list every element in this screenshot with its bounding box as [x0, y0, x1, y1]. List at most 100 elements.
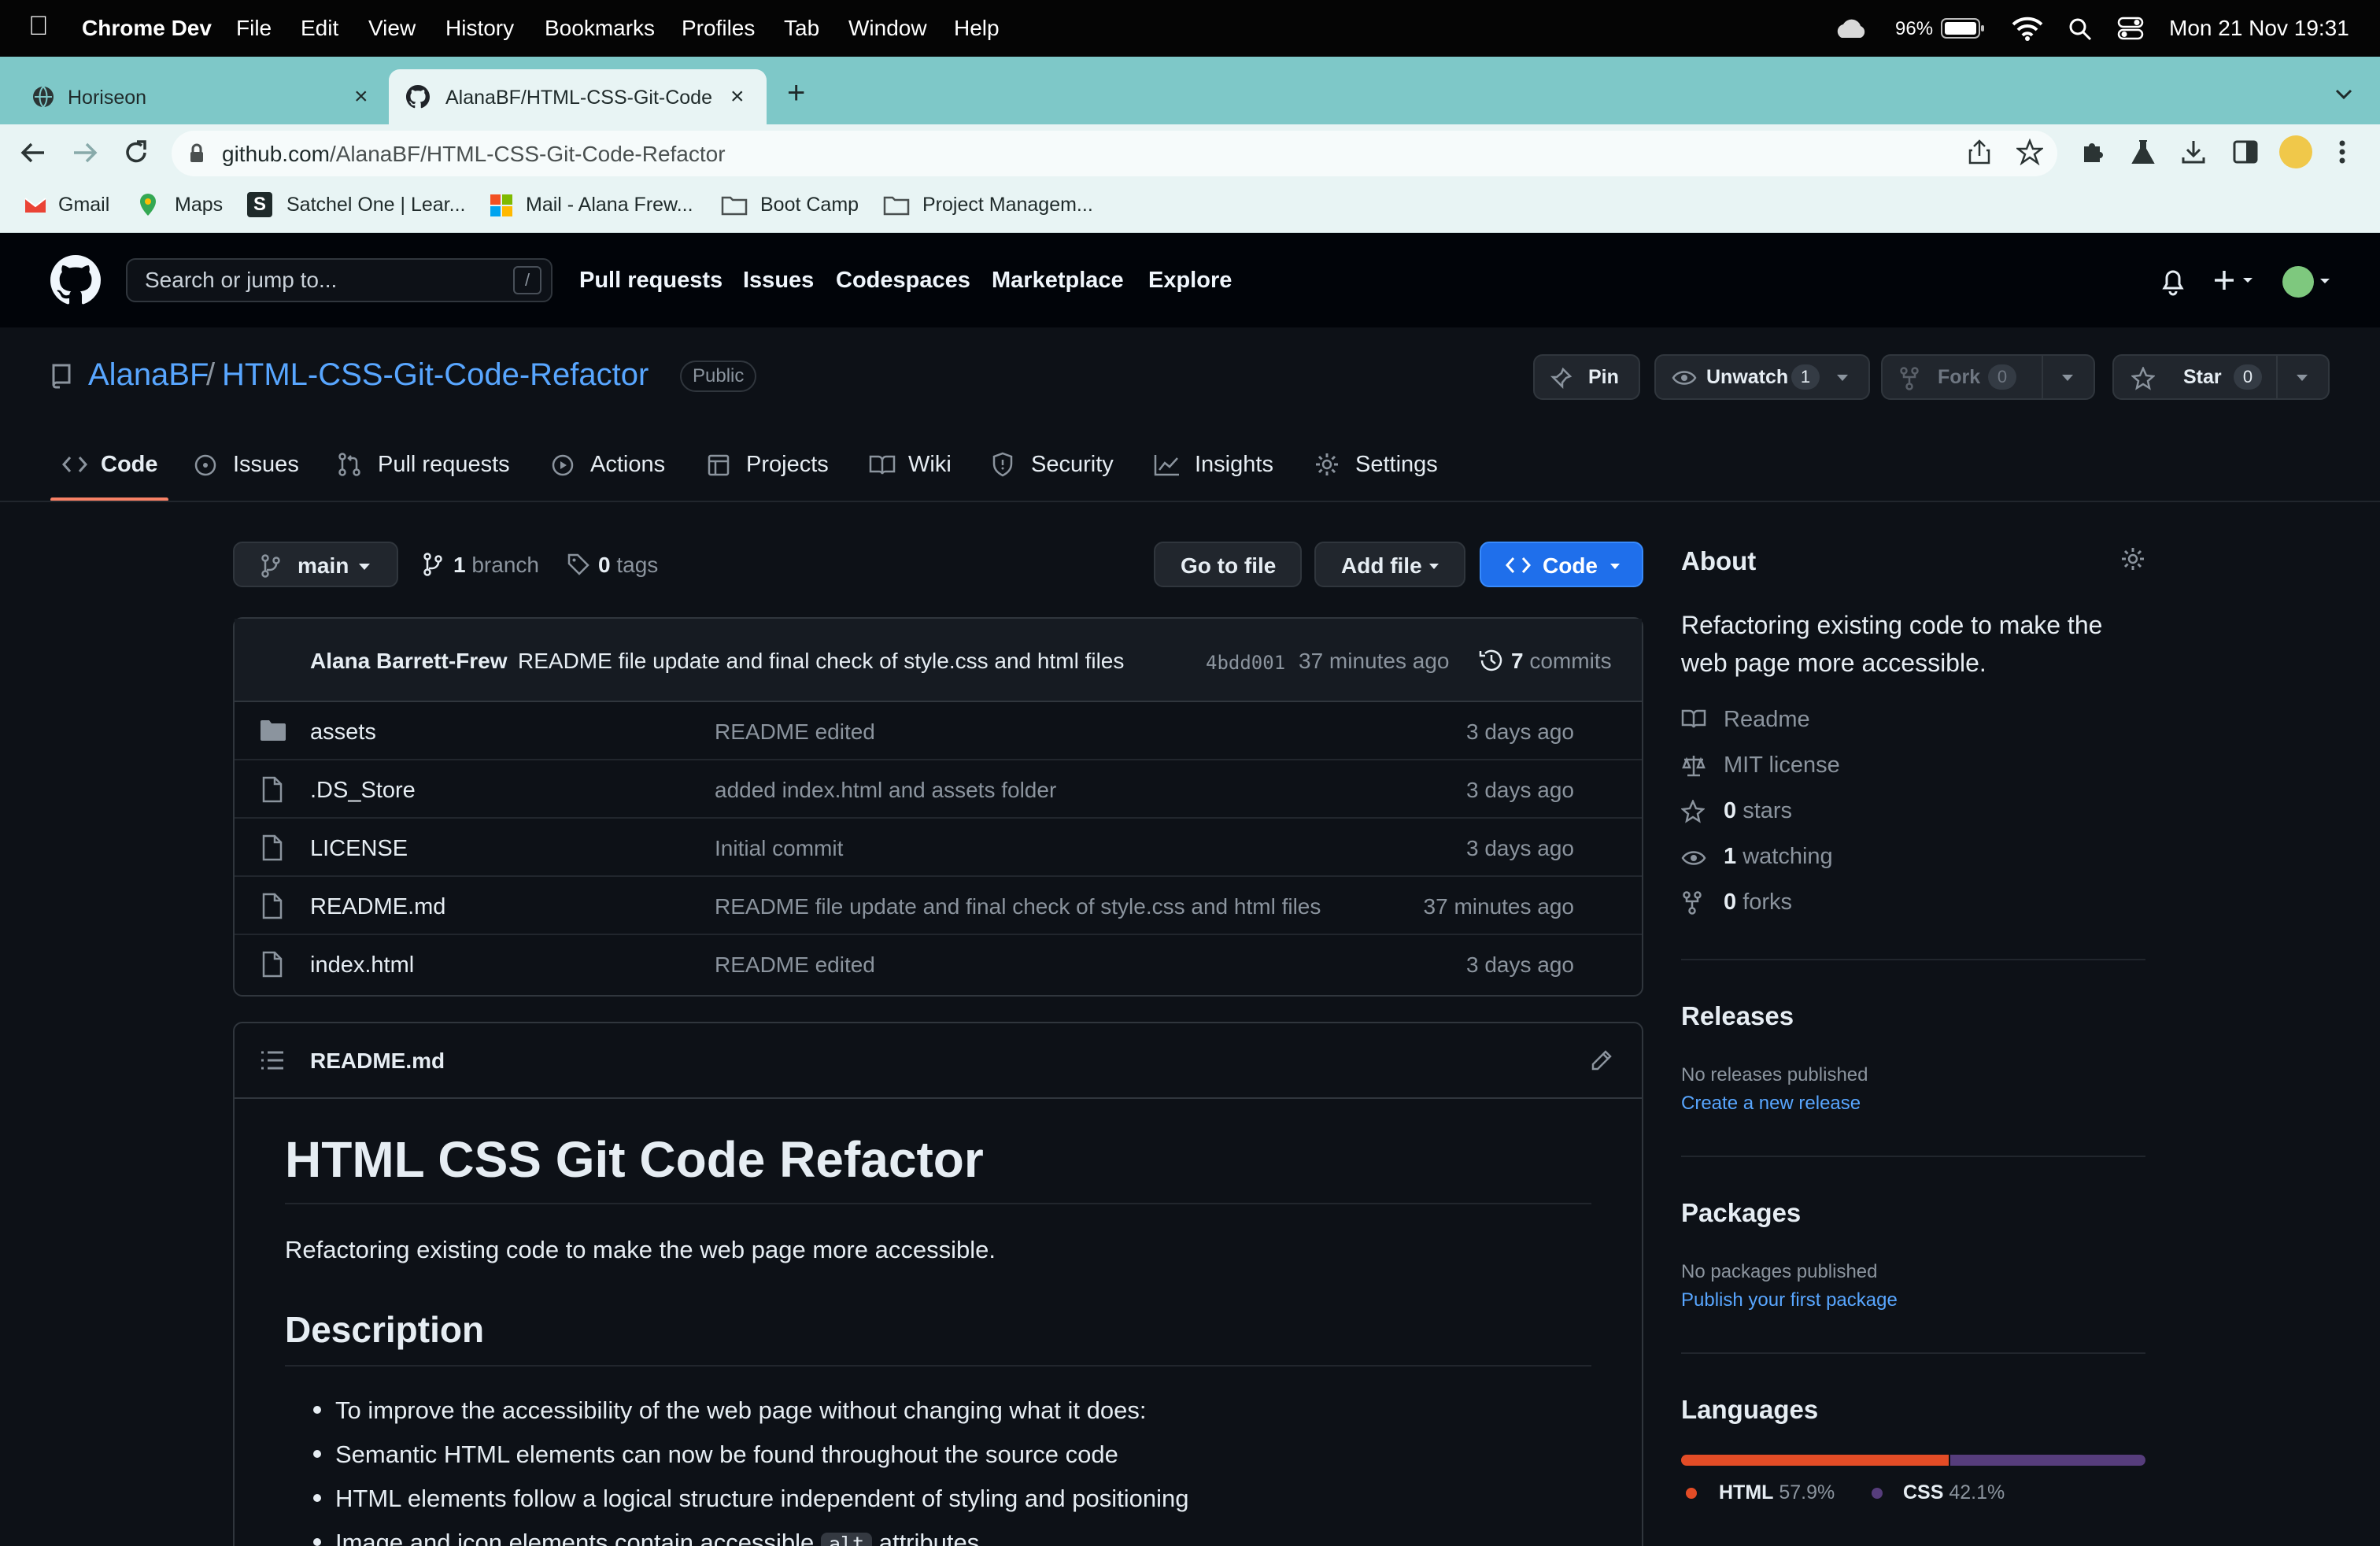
go-to-file-button[interactable]: Go to file	[1154, 542, 1302, 587]
gh-nav-marketplace[interactable]: Marketplace	[992, 268, 1124, 294]
create-new-icon[interactable]	[2212, 266, 2259, 294]
publish-package-link[interactable]: Publish your first package	[1681, 1289, 1898, 1311]
bookmark-boot-camp[interactable]: Boot Camp	[760, 194, 859, 216]
file-commit-message[interactable]: README edited	[715, 719, 875, 745]
github-logo-icon[interactable]	[50, 255, 101, 305]
file-commit-message[interactable]: README file update and final check of st…	[715, 894, 1321, 919]
watching-link[interactable]: 1 watching	[1724, 844, 1833, 870]
file-commit-message[interactable]: added index.html and assets folder	[715, 778, 1056, 803]
gh-nav-codespaces[interactable]: Codespaces	[836, 268, 970, 294]
menu-history[interactable]: History	[445, 16, 514, 41]
code-dropdown-button[interactable]: Code	[1480, 542, 1643, 587]
notification-bell-icon[interactable]	[2160, 266, 2186, 296]
tab-issues[interactable]: Issues	[233, 452, 299, 478]
file-commit-message[interactable]: README edited	[715, 952, 875, 978]
menu-tab[interactable]: Tab	[784, 16, 819, 41]
language-css[interactable]: CSS 42.1%	[1903, 1481, 2005, 1504]
forward-icon[interactable]	[71, 140, 99, 165]
file-name-link[interactable]: LICENSE	[310, 836, 408, 862]
close-tab-icon[interactable]: ×	[354, 83, 368, 110]
star-button[interactable]: Star 0	[2112, 354, 2330, 400]
commit-message[interactable]: README file update and final check of st…	[518, 649, 1124, 674]
repo-name-link[interactable]: HTML-CSS-Git-Code-Refactor	[222, 357, 649, 393]
commit-author[interactable]: Alana Barrett-Frew	[310, 649, 508, 674]
file-name-link[interactable]: .DS_Store	[310, 778, 416, 804]
menubar-clock[interactable]: Mon 21 Nov 19:31	[2169, 16, 2349, 41]
wifi-icon[interactable]	[2012, 16, 2043, 41]
new-tab-icon[interactable]: +	[787, 76, 805, 111]
avatar-chevron-down-icon[interactable]	[2319, 276, 2331, 287]
releases-heading[interactable]: Releases	[1681, 1001, 1794, 1031]
readme-link[interactable]: Readme	[1724, 707, 1810, 733]
menu-bookmarks[interactable]: Bookmarks	[545, 16, 655, 41]
bookmark-project-management[interactable]: Project Managem...	[922, 194, 1093, 216]
tab-insights[interactable]: Insights	[1195, 452, 1273, 478]
forks-link[interactable]: 0 forks	[1724, 890, 1792, 915]
tab-actions[interactable]: Actions	[590, 452, 665, 478]
download-icon[interactable]	[2180, 139, 2207, 165]
menu-edit[interactable]: Edit	[301, 16, 338, 41]
file-name-link[interactable]: index.html	[310, 952, 414, 978]
profile-avatar[interactable]	[2279, 135, 2312, 168]
cloud-icon[interactable]	[1834, 17, 1868, 39]
tab-wiki[interactable]: Wiki	[908, 452, 952, 478]
tab-projects[interactable]: Projects	[746, 452, 829, 478]
tab-security[interactable]: Security	[1031, 452, 1114, 478]
back-icon[interactable]	[19, 140, 47, 165]
file-name-link[interactable]: assets	[310, 719, 376, 745]
add-file-button[interactable]: Add file	[1314, 542, 1465, 587]
menu-help[interactable]: Help	[954, 16, 1000, 41]
create-release-link[interactable]: Create a new release	[1681, 1093, 1861, 1115]
menu-profiles[interactable]: Profiles	[682, 16, 755, 41]
settings-gear-icon[interactable]	[2120, 546, 2145, 571]
tab-pull-requests[interactable]: Pull requests	[378, 452, 510, 478]
apple-icon[interactable]: 	[28, 11, 49, 42]
reload-icon[interactable]	[123, 139, 150, 167]
commits-link[interactable]: 7 commits	[1511, 649, 1612, 674]
license-link[interactable]: MIT license	[1724, 753, 1840, 779]
pin-button[interactable]: Pin	[1533, 354, 1640, 400]
menubar-app-name[interactable]: Chrome Dev	[82, 16, 212, 41]
commit-sha[interactable]: 4bdd001	[1206, 652, 1285, 674]
menu-view[interactable]: View	[368, 16, 416, 41]
file-commit-message[interactable]: Initial commit	[715, 836, 843, 861]
share-icon[interactable]	[1968, 139, 1991, 165]
close-tab-icon[interactable]: ×	[730, 83, 745, 110]
battery-icon[interactable]	[1941, 17, 1985, 39]
tab-search-chevron-icon[interactable]	[2334, 88, 2353, 101]
edit-pencil-icon[interactable]	[1590, 1049, 1613, 1072]
menu-file[interactable]: File	[236, 16, 272, 41]
packages-heading[interactable]: Packages	[1681, 1198, 1801, 1228]
control-center-icon[interactable]	[2117, 16, 2144, 41]
side-panel-icon[interactable]	[2232, 139, 2259, 165]
unwatch-button[interactable]: Unwatch 1	[1654, 354, 1870, 400]
list-outline-icon[interactable]	[260, 1050, 285, 1071]
readme-filename[interactable]: README.md	[310, 1049, 445, 1074]
stars-link[interactable]: 0 stars	[1724, 798, 1792, 824]
user-avatar[interactable]	[2282, 266, 2314, 298]
gh-nav-pull-requests[interactable]: Pull requests	[579, 268, 722, 294]
bookmark-mail[interactable]: Mail - Alana Frew...	[526, 194, 693, 216]
more-menu-icon[interactable]	[2338, 139, 2347, 165]
language-html[interactable]: HTML 57.9%	[1719, 1481, 1835, 1504]
browser-tab-github[interactable]: AlanaBF/HTML-CSS-Git-Code-Refactor ×	[389, 69, 767, 124]
spotlight-search-icon[interactable]	[2068, 17, 2092, 41]
file-name-link[interactable]: README.md	[310, 894, 445, 920]
bookmark-satchel[interactable]: Satchel One | Lear...	[286, 194, 465, 216]
repo-owner-link[interactable]: AlanaBF	[88, 357, 209, 393]
gh-nav-explore[interactable]: Explore	[1148, 268, 1232, 294]
gh-nav-issues[interactable]: Issues	[743, 268, 814, 294]
tab-code[interactable]: Code	[101, 452, 158, 478]
branches-link[interactable]: 1 branch	[453, 553, 539, 578]
tab-settings[interactable]: Settings	[1355, 452, 1438, 478]
bookmark-gmail[interactable]: Gmail	[58, 194, 109, 216]
bookmark-maps[interactable]: Maps	[175, 194, 223, 216]
menu-window[interactable]: Window	[848, 16, 927, 41]
url-text[interactable]: github.com/AlanaBF/HTML-CSS-Git-Code-Ref…	[222, 142, 726, 167]
extensions-icon[interactable]	[2079, 139, 2106, 165]
browser-tab-horiseon[interactable]: Horiseon ×	[16, 69, 386, 124]
branch-selector[interactable]: main	[233, 542, 398, 587]
lab-flask-icon[interactable]	[2130, 139, 2156, 165]
fork-button[interactable]: Fork 0	[1881, 354, 2095, 400]
lock-icon[interactable]	[189, 143, 205, 164]
